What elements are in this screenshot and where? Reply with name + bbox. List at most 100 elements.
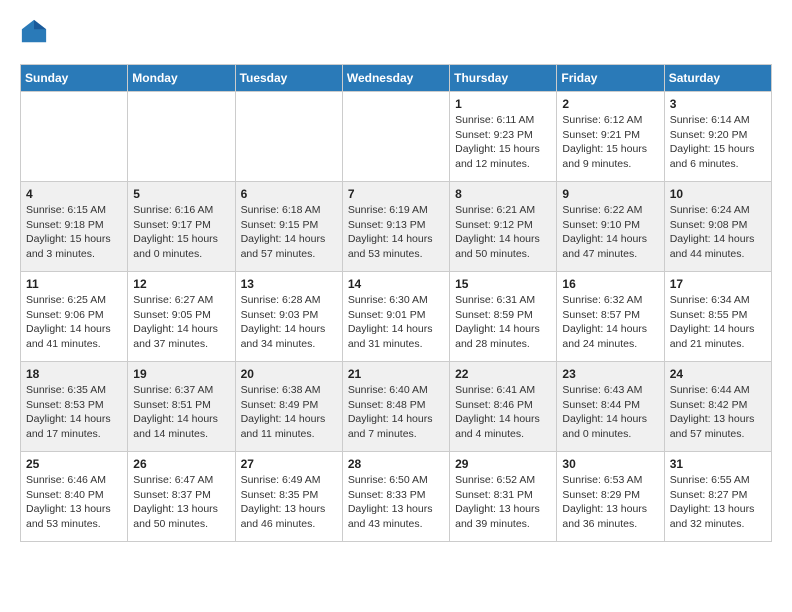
weekday-header-wednesday: Wednesday	[342, 65, 449, 92]
day-info: Sunrise: 6:35 AM Sunset: 8:53 PM Dayligh…	[26, 383, 122, 442]
day-number: 25	[26, 457, 122, 471]
day-number: 26	[133, 457, 229, 471]
calendar-cell: 12 Sunrise: 6:27 AM Sunset: 9:05 PM Dayli…	[128, 272, 235, 362]
calendar-cell: 20 Sunrise: 6:38 AM Sunset: 8:49 PM Dayli…	[235, 362, 342, 452]
calendar-cell: 28 Sunrise: 6:50 AM Sunset: 8:33 PM Dayli…	[342, 452, 449, 542]
day-info: Sunrise: 6:50 AM Sunset: 8:33 PM Dayligh…	[348, 473, 444, 532]
calendar-row-4: 25 Sunrise: 6:46 AM Sunset: 8:40 PM Dayli…	[21, 452, 772, 542]
calendar-cell: 26 Sunrise: 6:47 AM Sunset: 8:37 PM Dayli…	[128, 452, 235, 542]
calendar-cell	[342, 92, 449, 182]
day-info: Sunrise: 6:32 AM Sunset: 8:57 PM Dayligh…	[562, 293, 658, 352]
calendar-row-0: 1 Sunrise: 6:11 AM Sunset: 9:23 PM Daylig…	[21, 92, 772, 182]
day-number: 21	[348, 367, 444, 381]
calendar-cell: 13 Sunrise: 6:28 AM Sunset: 9:03 PM Dayli…	[235, 272, 342, 362]
day-info: Sunrise: 6:11 AM Sunset: 9:23 PM Dayligh…	[455, 113, 551, 172]
calendar-cell: 4 Sunrise: 6:15 AM Sunset: 9:18 PM Daylig…	[21, 182, 128, 272]
day-info: Sunrise: 6:41 AM Sunset: 8:46 PM Dayligh…	[455, 383, 551, 442]
calendar-cell	[128, 92, 235, 182]
calendar-cell	[21, 92, 128, 182]
day-number: 12	[133, 277, 229, 291]
day-number: 17	[670, 277, 766, 291]
calendar-row-2: 11Sunrise: 6:25 AM Sunset: 9:06 PM Dayli…	[21, 272, 772, 362]
day-info: Sunrise: 6:44 AM Sunset: 8:42 PM Dayligh…	[670, 383, 766, 442]
day-number: 3	[670, 97, 766, 111]
day-info: Sunrise: 6:15 AM Sunset: 9:18 PM Dayligh…	[26, 203, 122, 262]
calendar-cell: 5 Sunrise: 6:16 AM Sunset: 9:17 PM Daylig…	[128, 182, 235, 272]
weekday-header-sunday: Sunday	[21, 65, 128, 92]
calendar-cell: 30 Sunrise: 6:53 AM Sunset: 8:29 PM Dayli…	[557, 452, 664, 542]
calendar-cell: 17 Sunrise: 6:34 AM Sunset: 8:55 PM Dayli…	[664, 272, 771, 362]
day-number: 4	[26, 187, 122, 201]
day-number: 20	[241, 367, 337, 381]
day-number: 15	[455, 277, 551, 291]
weekday-header-tuesday: Tuesday	[235, 65, 342, 92]
day-info: Sunrise: 6:34 AM Sunset: 8:55 PM Dayligh…	[670, 293, 766, 352]
calendar-cell	[235, 92, 342, 182]
day-info: Sunrise: 6:49 AM Sunset: 8:35 PM Dayligh…	[241, 473, 337, 532]
calendar-row-3: 18 Sunrise: 6:35 AM Sunset: 8:53 PM Dayli…	[21, 362, 772, 452]
day-info: Sunrise: 6:47 AM Sunset: 8:37 PM Dayligh…	[133, 473, 229, 532]
calendar-cell: 2 Sunrise: 6:12 AM Sunset: 9:21 PM Daylig…	[557, 92, 664, 182]
weekday-header-friday: Friday	[557, 65, 664, 92]
weekday-header-thursday: Thursday	[450, 65, 557, 92]
day-number: 2	[562, 97, 658, 111]
day-info: Sunrise: 6:18 AM Sunset: 9:15 PM Dayligh…	[241, 203, 337, 262]
day-number: 19	[133, 367, 229, 381]
day-info: Sunrise: 6:12 AM Sunset: 9:21 PM Dayligh…	[562, 113, 658, 172]
day-number: 11	[26, 277, 122, 291]
day-number: 27	[241, 457, 337, 471]
calendar-row-1: 4 Sunrise: 6:15 AM Sunset: 9:18 PM Daylig…	[21, 182, 772, 272]
day-number: 14	[348, 277, 444, 291]
weekday-header-saturday: Saturday	[664, 65, 771, 92]
day-info: Sunrise: 6:28 AM Sunset: 9:03 PM Dayligh…	[241, 293, 337, 352]
calendar-cell: 8 Sunrise: 6:21 AM Sunset: 9:12 PM Daylig…	[450, 182, 557, 272]
weekday-header-monday: Monday	[128, 65, 235, 92]
calendar-cell: 1 Sunrise: 6:11 AM Sunset: 9:23 PM Daylig…	[450, 92, 557, 182]
day-info: Sunrise: 6:16 AM Sunset: 9:17 PM Dayligh…	[133, 203, 229, 262]
day-info: Sunrise: 6:46 AM Sunset: 8:40 PM Dayligh…	[26, 473, 122, 532]
logo	[20, 20, 52, 48]
day-number: 5	[133, 187, 229, 201]
day-number: 8	[455, 187, 551, 201]
day-info: Sunrise: 6:19 AM Sunset: 9:13 PM Dayligh…	[348, 203, 444, 262]
day-number: 29	[455, 457, 551, 471]
calendar-cell: 22 Sunrise: 6:41 AM Sunset: 8:46 PM Dayli…	[450, 362, 557, 452]
day-info: Sunrise: 6:53 AM Sunset: 8:29 PM Dayligh…	[562, 473, 658, 532]
day-number: 18	[26, 367, 122, 381]
calendar-cell: 21 Sunrise: 6:40 AM Sunset: 8:48 PM Dayli…	[342, 362, 449, 452]
day-info: Sunrise: 6:21 AM Sunset: 9:12 PM Dayligh…	[455, 203, 551, 262]
day-number: 16	[562, 277, 658, 291]
calendar-header-row: SundayMondayTuesdayWednesdayThursdayFrid…	[21, 65, 772, 92]
calendar-cell: 18 Sunrise: 6:35 AM Sunset: 8:53 PM Dayli…	[21, 362, 128, 452]
day-info: Sunrise: 6:30 AM Sunset: 9:01 PM Dayligh…	[348, 293, 444, 352]
day-number: 10	[670, 187, 766, 201]
day-info: Sunrise: 6:37 AM Sunset: 8:51 PM Dayligh…	[133, 383, 229, 442]
calendar-table: SundayMondayTuesdayWednesdayThursdayFrid…	[20, 64, 772, 542]
day-number: 6	[241, 187, 337, 201]
day-number: 1	[455, 97, 551, 111]
calendar-cell: 3 Sunrise: 6:14 AM Sunset: 9:20 PM Daylig…	[664, 92, 771, 182]
day-info: Sunrise: 6:38 AM Sunset: 8:49 PM Dayligh…	[241, 383, 337, 442]
calendar-cell: 10 Sunrise: 6:24 AM Sunset: 9:08 PM Dayli…	[664, 182, 771, 272]
day-number: 28	[348, 457, 444, 471]
calendar-cell: 19 Sunrise: 6:37 AM Sunset: 8:51 PM Dayli…	[128, 362, 235, 452]
day-number: 23	[562, 367, 658, 381]
day-info: Sunrise: 6:27 AM Sunset: 9:05 PM Dayligh…	[133, 293, 229, 352]
day-info: Sunrise: 6:14 AM Sunset: 9:20 PM Dayligh…	[670, 113, 766, 172]
day-info: Sunrise: 6:55 AM Sunset: 8:27 PM Dayligh…	[670, 473, 766, 532]
calendar-cell: 11Sunrise: 6:25 AM Sunset: 9:06 PM Dayli…	[21, 272, 128, 362]
calendar-cell: 27 Sunrise: 6:49 AM Sunset: 8:35 PM Dayli…	[235, 452, 342, 542]
calendar-cell: 16 Sunrise: 6:32 AM Sunset: 8:57 PM Dayli…	[557, 272, 664, 362]
day-number: 30	[562, 457, 658, 471]
day-info: Sunrise: 6:24 AM Sunset: 9:08 PM Dayligh…	[670, 203, 766, 262]
day-info: Sunrise: 6:43 AM Sunset: 8:44 PM Dayligh…	[562, 383, 658, 442]
day-number: 13	[241, 277, 337, 291]
day-number: 31	[670, 457, 766, 471]
day-number: 7	[348, 187, 444, 201]
day-info: Sunrise: 6:40 AM Sunset: 8:48 PM Dayligh…	[348, 383, 444, 442]
day-number: 22	[455, 367, 551, 381]
calendar-cell: 31 Sunrise: 6:55 AM Sunset: 8:27 PM Dayli…	[664, 452, 771, 542]
calendar-cell: 14 Sunrise: 6:30 AM Sunset: 9:01 PM Dayli…	[342, 272, 449, 362]
day-number: 9	[562, 187, 658, 201]
calendar-cell: 7 Sunrise: 6:19 AM Sunset: 9:13 PM Daylig…	[342, 182, 449, 272]
